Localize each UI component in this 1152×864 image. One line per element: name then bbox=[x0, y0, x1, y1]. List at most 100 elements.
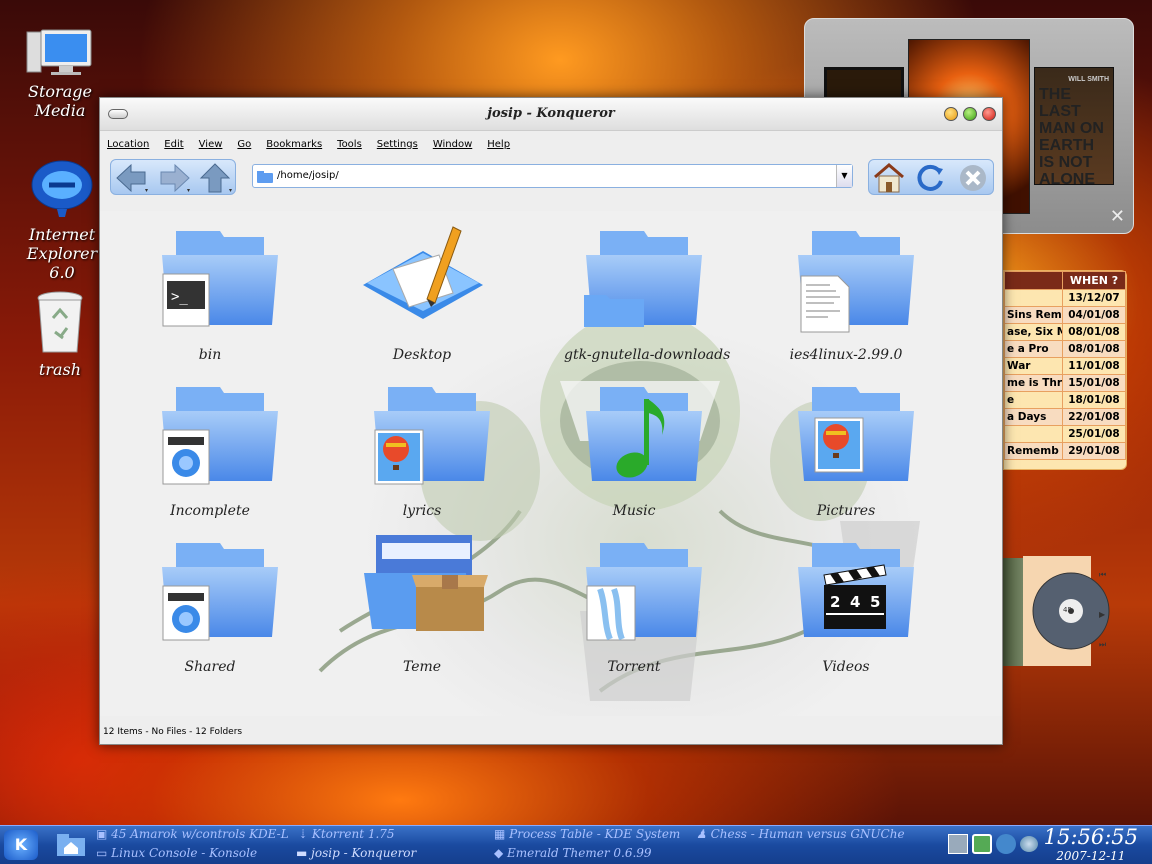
calendar-date: 08/01/08 bbox=[1062, 340, 1126, 358]
folder-item-shared[interactable]: Shared bbox=[140, 541, 280, 681]
calendar-row[interactable]: 13/12/07 bbox=[1004, 289, 1126, 307]
cd-next-button[interactable]: ⏭ bbox=[1099, 640, 1106, 650]
folder-label: Desktop bbox=[392, 347, 452, 363]
svg-text:>_: >_ bbox=[171, 289, 188, 305]
updater-icon[interactable] bbox=[996, 834, 1016, 854]
clock[interactable]: 15:56:55 2007-12-11 bbox=[1043, 825, 1138, 864]
video-icon bbox=[162, 585, 210, 645]
calendar-row[interactable]: Sins Rem 04/01/08 bbox=[1004, 306, 1126, 324]
desktop-icon-internet-explorer[interactable]: Internet Explorer 6.0 bbox=[18, 155, 106, 282]
clapperboard-icon: 245 bbox=[822, 561, 888, 635]
file-view[interactable]: >_bin Desktop gtk-gnutella-downloads ies… bbox=[100, 211, 1002, 716]
up-icon[interactable] bbox=[197, 161, 235, 195]
menu-location[interactable]: Location bbox=[107, 139, 149, 150]
folder-icon: ▬ bbox=[296, 846, 312, 860]
calendar-row[interactable]: War 11/01/08 bbox=[1004, 357, 1126, 375]
kde-menu-button[interactable]: K bbox=[4, 830, 38, 860]
calendar-date: 18/01/08 bbox=[1062, 391, 1126, 409]
konqueror-window[interactable]: josip - Konqueror Location Edit View Go … bbox=[99, 97, 1003, 745]
menu-settings[interactable]: Settings bbox=[377, 139, 418, 150]
system-tray bbox=[948, 834, 1042, 858]
folder-item-music[interactable]: Music bbox=[564, 385, 704, 525]
window-titlebar[interactable]: josip - Konqueror bbox=[100, 98, 1002, 131]
calendar-row[interactable]: me is Thr 15/01/08 bbox=[1004, 374, 1126, 392]
folder-item-gtk-gnutella-downloads[interactable]: gtk-gnutella-downloads bbox=[564, 229, 730, 369]
folder-item-incomplete[interactable]: Incomplete bbox=[140, 385, 280, 525]
calendar-row[interactable]: e 18/01/08 bbox=[1004, 391, 1126, 409]
computer-icon bbox=[26, 29, 92, 75]
menu-help[interactable]: Help bbox=[487, 139, 510, 150]
clock-date: 2007-12-11 bbox=[1056, 849, 1126, 863]
maximize-button[interactable] bbox=[963, 107, 977, 121]
package-icon bbox=[412, 573, 488, 637]
calendar-row[interactable]: 25/01/08 bbox=[1004, 425, 1126, 443]
folder-item-lyrics[interactable]: lyrics bbox=[352, 385, 492, 525]
home-folder-icon bbox=[57, 834, 85, 856]
menu-edit[interactable]: Edit bbox=[164, 139, 183, 150]
desktop-icon-trash[interactable]: trash bbox=[20, 290, 100, 379]
task-konqueror[interactable]: ▬ josip - Konqueror bbox=[296, 846, 416, 860]
trash-label: trash bbox=[38, 360, 82, 379]
calendar-movie-title: e a Pro bbox=[1004, 340, 1063, 358]
folder-item-teme[interactable]: Teme bbox=[352, 535, 492, 681]
window-title: josip - Konqueror bbox=[487, 106, 615, 121]
action-button-group bbox=[868, 159, 994, 195]
calendar-date: 11/01/08 bbox=[1062, 357, 1126, 375]
cd-prev-button[interactable]: ⏮ bbox=[1099, 570, 1106, 580]
task-konsole[interactable]: ▭ Linux Console - Konsole bbox=[96, 846, 257, 860]
releases-calendar-widget[interactable]: WHEN ? 13/12/07 Sins Rem 04/01/08 ase, Six … bbox=[1003, 270, 1127, 470]
folder-item-videos[interactable]: 2 4 5 Videos bbox=[776, 541, 916, 681]
folder-item-torrent[interactable]: Torrent bbox=[564, 541, 704, 681]
task-amarok[interactable]: ▣ 45 Amarok w/controls KDE-L bbox=[96, 827, 289, 841]
folder-item-ies4linux-2-99-0[interactable]: ies4linux-2.99.0 bbox=[776, 229, 916, 369]
task-chess[interactable]: ♟ Chess - Human versus GNUChe bbox=[696, 827, 905, 841]
torrent-icon bbox=[586, 585, 636, 645]
calendar-row[interactable]: e a Pro 08/01/08 bbox=[1004, 340, 1126, 358]
minimize-button[interactable] bbox=[944, 107, 958, 121]
cd-label: 45 bbox=[1063, 606, 1072, 614]
show-desktop-button[interactable] bbox=[56, 832, 86, 858]
calendar-row[interactable]: a Days 22/01/08 bbox=[1004, 408, 1126, 426]
reload-icon[interactable] bbox=[913, 161, 949, 195]
task-ktorrent[interactable]: ⇣ Ktorrent 1.75 bbox=[298, 827, 395, 841]
menu-view[interactable]: View bbox=[199, 139, 223, 150]
network-icon[interactable] bbox=[948, 834, 968, 854]
forward-icon[interactable] bbox=[155, 161, 193, 195]
cd-player-widget[interactable]: 45 ⏮ ▶ ⏭ bbox=[1003, 556, 1113, 670]
wrench-icon[interactable]: ✕ bbox=[1110, 206, 1125, 227]
terminal-icon: ▭ bbox=[96, 846, 112, 860]
menu-bookmarks[interactable]: Bookmarks bbox=[266, 139, 322, 150]
ktorrent-tray-icon[interactable] bbox=[972, 834, 992, 854]
cd-play-button[interactable]: ▶ bbox=[1099, 610, 1105, 619]
calendar-row[interactable]: Rememb 29/01/08 bbox=[1004, 442, 1126, 460]
menu-go[interactable]: Go bbox=[237, 139, 251, 150]
status-bar: 12 Items - No Files - 12 Folders bbox=[100, 718, 1002, 744]
poster-3-top-text: WILL SMITH bbox=[1068, 76, 1109, 83]
close-button[interactable] bbox=[982, 107, 996, 121]
folder-item-pictures[interactable]: Pictures bbox=[776, 385, 916, 525]
stop-icon[interactable] bbox=[955, 161, 991, 195]
volume-icon[interactable] bbox=[1020, 836, 1038, 852]
ktorrent-icon: ⇣ bbox=[298, 827, 312, 841]
calendar-title-header bbox=[1004, 271, 1063, 290]
menu-window[interactable]: Window bbox=[433, 139, 472, 150]
balloon-image-icon bbox=[814, 417, 864, 477]
ie-label-1: Internet bbox=[28, 225, 96, 244]
menu-tools[interactable]: Tools bbox=[337, 139, 362, 150]
location-text: /home/josip/ bbox=[277, 170, 339, 181]
folder-icon bbox=[584, 291, 644, 331]
home-icon[interactable] bbox=[871, 161, 907, 195]
folder-item-desktop[interactable]: Desktop bbox=[352, 226, 492, 369]
back-icon[interactable] bbox=[113, 161, 151, 195]
toolbar: /home/josip/ ▼ bbox=[100, 157, 1002, 201]
task-emerald-themer[interactable]: ◆ Emerald Themer 0.6.99 bbox=[494, 846, 652, 860]
clock-time: 15:56:55 bbox=[1043, 825, 1138, 849]
calendar-row[interactable]: ase, Six Mon08/01/08 bbox=[1004, 323, 1126, 341]
desktop-icon-storage-media[interactable]: Storage Media bbox=[20, 28, 100, 120]
folder-label: bin bbox=[198, 347, 222, 363]
calendar-date: 29/01/08 bbox=[1062, 442, 1126, 460]
location-bar[interactable]: /home/josip/ ▼ bbox=[252, 164, 853, 188]
task-process-table[interactable]: ▦ Process Table - KDE System bbox=[494, 827, 680, 841]
location-dropdown-button[interactable]: ▼ bbox=[836, 165, 852, 187]
folder-item-bin[interactable]: >_bin bbox=[140, 229, 280, 369]
